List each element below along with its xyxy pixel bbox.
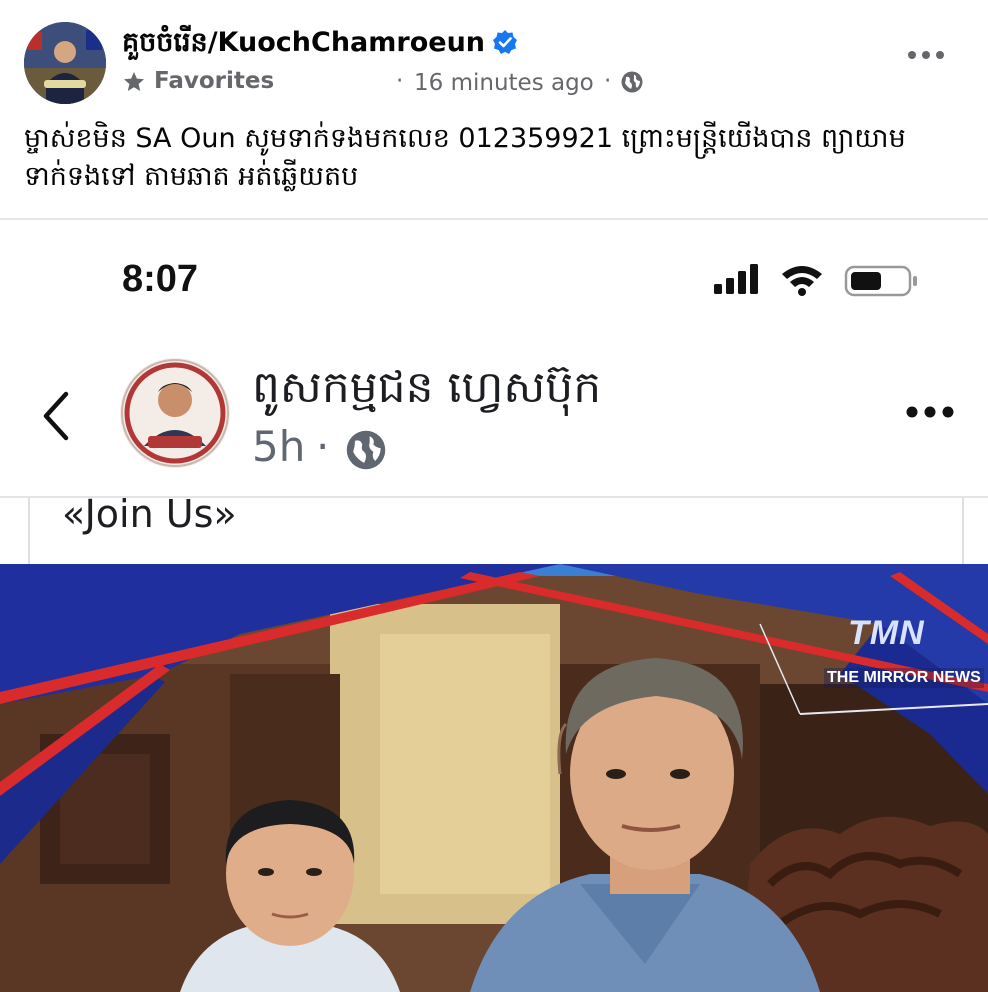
- globe-icon: [621, 71, 643, 93]
- post-timestamp[interactable]: 16 minutes ago: [414, 70, 594, 96]
- news-image[interactable]: TMN THE MIRROR NEWS: [0, 564, 988, 992]
- audience-label[interactable]: Favorites: [154, 68, 274, 94]
- more-options-icon[interactable]: [904, 404, 956, 420]
- signal-icon: [714, 264, 758, 294]
- meta-separator: ·: [316, 422, 330, 471]
- back-icon[interactable]: [38, 388, 74, 444]
- post-header: គួចចំរើន/KuochChamroeun Favorites · 16 m…: [0, 0, 988, 110]
- shared-screenshot[interactable]: 8:07 ពូសកម្មជន ហ្វេសប៊ុក 5h · «Join Us» …: [0, 220, 988, 992]
- page-name[interactable]: ពូសកម្មជន ហ្វេសប៊ុក: [252, 360, 601, 424]
- star-icon: [124, 72, 144, 91]
- meta-separator: ·: [396, 68, 404, 94]
- page-post-age: 5h: [252, 422, 306, 471]
- page-avatar[interactable]: [120, 358, 230, 468]
- news-logo-caption: THE MIRROR NEWS: [824, 668, 984, 688]
- battery-icon: [844, 265, 917, 297]
- verified-badge-icon: [493, 30, 517, 54]
- author-avatar[interactable]: [24, 22, 106, 104]
- author-name[interactable]: គួចចំរើន/KuochChamroeun: [122, 26, 485, 65]
- post-caption: ម្ចាស់ខមិន SA Oun សូមទាក់ទងមកលេខ 0123599…: [24, 123, 906, 192]
- status-time: 8:07: [122, 258, 199, 300]
- post-text: «Join Us»: [62, 492, 237, 536]
- status-icons: [714, 264, 917, 297]
- more-options-icon[interactable]: [906, 48, 946, 62]
- news-logo: TMN: [848, 614, 925, 652]
- globe-icon: [346, 430, 386, 470]
- meta-separator: ·: [604, 68, 612, 94]
- wifi-icon: [782, 266, 822, 296]
